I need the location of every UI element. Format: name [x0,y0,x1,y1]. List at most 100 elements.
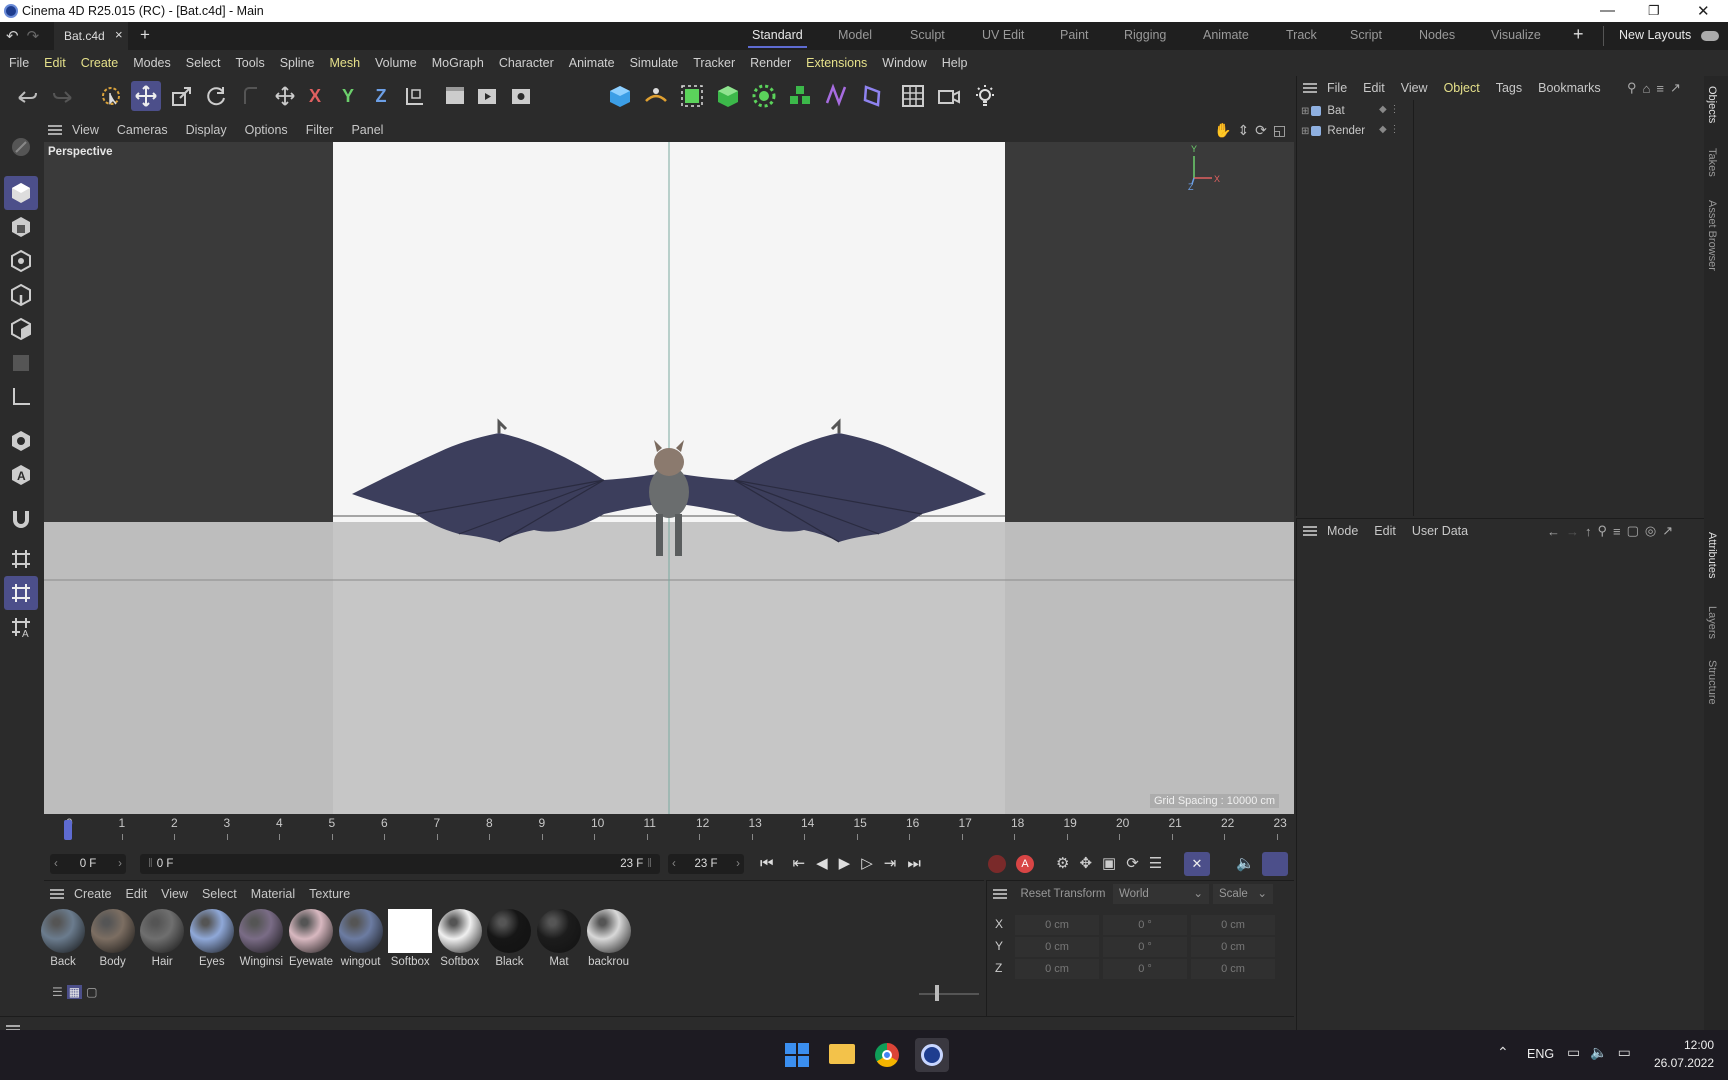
live-selection-icon[interactable] [96,81,126,111]
menu-animate[interactable]: Animate [569,56,615,70]
snap-magnet-icon[interactable] [4,502,38,536]
redo-history-icon[interactable]: ↷ [27,27,40,45]
layout-tab-script[interactable]: Script [1350,28,1382,42]
layout-tab-animate[interactable]: Animate [1203,28,1249,42]
current-frame-field[interactable]: ‹ 0 F › [50,854,126,874]
thumbnail-size-slider[interactable] [919,993,979,995]
light-icon[interactable] [970,81,1000,111]
deformer-icon[interactable] [821,81,851,111]
playhead[interactable] [64,820,72,840]
layout-toggle[interactable] [1701,31,1719,41]
axis-x-lock[interactable]: X [300,81,330,111]
viewport-menu-cameras[interactable]: Cameras [117,123,168,137]
back-arrow-icon[interactable]: ← [1547,524,1560,539]
go-to-start-icon[interactable]: ⏮ [760,855,774,872]
material-swatch[interactable]: backrou [586,909,632,968]
material-swatch[interactable]: Hair [139,909,185,968]
coord-rot-field[interactable]: 0 ° [1103,959,1187,979]
move-all-icon[interactable] [270,81,300,111]
material-menu-view[interactable]: View [161,887,188,901]
menu-spline[interactable]: Spline [280,56,315,70]
object-manager-hamburger-icon[interactable] [1303,83,1317,93]
attribute-manager-hamburger-icon[interactable] [1303,526,1317,536]
end-frame-field[interactable]: ‹ 23 F › [668,854,744,874]
next-key-icon[interactable]: ⇥ [884,854,897,872]
new-tab-icon[interactable]: + [140,25,150,45]
coord-pos-field[interactable]: 0 cm [1015,937,1099,957]
polygons-mode-icon[interactable] [4,312,38,346]
transform-tool-icon[interactable] [236,81,266,111]
tray-overflow-icon[interactable]: ⌃ [1497,1044,1509,1061]
new-window-icon[interactable]: ↗ [1670,80,1681,96]
language-indicator[interactable]: ENG [1527,1047,1554,1061]
menu-select[interactable]: Select [186,56,221,70]
key-settings-icon[interactable]: ⚙ [1056,854,1069,872]
material-swatch[interactable]: Winginsi [238,909,284,968]
zoom-view-icon[interactable]: ⇕ [1237,122,1249,139]
model-mode-icon[interactable] [4,176,38,210]
list-view-icon[interactable]: ☰ [52,985,63,999]
layout-tab-sculpt[interactable]: Sculpt [910,28,945,42]
auto-tool-icon[interactable]: A [4,458,38,492]
timeline-options-icon[interactable] [1262,852,1288,876]
axis-mode-icon[interactable] [4,380,38,414]
tab-attributes[interactable]: Attributes [1706,532,1718,578]
toggle-view-icon[interactable]: ◱ [1273,122,1286,139]
menu-modes[interactable]: Modes [133,56,171,70]
layout-tab-rigging[interactable]: Rigging [1124,28,1166,42]
material-menu-edit[interactable]: Edit [126,887,148,901]
object-menu-object[interactable]: Object [1444,81,1480,95]
object-row-render[interactable]: ⊞ Render ◆ ⋮ [1301,122,1411,140]
material-swatch[interactable]: Mat [536,909,582,968]
tab-structure[interactable]: Structure [1706,660,1718,705]
material-manager-hamburger-icon[interactable] [50,889,64,899]
axis-z-lock[interactable]: Z [366,81,396,111]
menu-render[interactable]: Render [750,56,791,70]
fracture-icon[interactable] [785,81,815,111]
previous-frame-icon[interactable]: ◀ [816,854,828,872]
object-menu-view[interactable]: View [1401,81,1428,95]
undo-history-icon[interactable]: ↶ [6,27,19,45]
menu-tracker[interactable]: Tracker [693,56,735,70]
menu-edit[interactable]: Edit [44,56,66,70]
timeline-ruler[interactable]: 01234567891011121314151617181920212223 [44,814,1294,848]
menu-mograph[interactable]: MoGraph [432,56,484,70]
viewport-menu-options[interactable]: Options [245,123,288,137]
expand-icon[interactable]: ⊞ [1301,106,1309,117]
layout-tab-paint[interactable]: Paint [1060,28,1089,42]
material-menu-material[interactable]: Material [251,887,295,901]
scale-tool-icon[interactable] [167,81,197,111]
menu-mesh[interactable]: Mesh [329,56,360,70]
menu-file[interactable]: File [9,56,29,70]
attribute-menu-mode[interactable]: Mode [1327,524,1358,538]
menu-simulate[interactable]: Simulate [630,56,679,70]
object-row-bat[interactable]: ⊞ Bat ◆ ⋮ [1301,102,1411,120]
tab-takes[interactable]: Takes [1706,148,1718,177]
solo-mode-icon[interactable] [4,424,38,458]
planar-workplane-icon[interactable]: A [4,610,38,644]
viewport-menu-filter[interactable]: Filter [306,123,334,137]
menu-tools[interactable]: Tools [236,56,265,70]
extrude-generator-icon[interactable] [713,81,743,111]
render-settings-icon[interactable] [506,81,536,111]
home-icon[interactable]: ⌂ [1643,81,1651,96]
cinema4d-taskbar-icon[interactable] [915,1038,949,1072]
material-swatch[interactable]: wingout [338,909,384,968]
floor-scene-icon[interactable] [898,81,928,111]
coord-rot-field[interactable]: 0 ° [1103,937,1187,957]
material-swatch[interactable]: Black [486,909,532,968]
expand-icon[interactable]: ⊞ [1301,126,1309,137]
menu-create[interactable]: Create [81,56,119,70]
coord-size-field[interactable]: 0 cm [1191,915,1275,935]
sound-icon[interactable]: 🔈 [1236,854,1255,872]
windows-start-icon[interactable] [785,1043,809,1067]
3d-viewport[interactable]: Perspective Y X Z Grid Spacing : 10000 c… [44,142,1294,814]
material-swatch[interactable]: Softbox [437,909,483,968]
target-icon[interactable]: ◎ [1645,523,1656,539]
attribute-menu-user-data[interactable]: User Data [1412,524,1468,538]
move-tool-icon[interactable] [131,81,161,111]
render-view-icon[interactable] [440,81,470,111]
close-tab-icon[interactable]: × [115,27,123,42]
subdivision-surface-icon[interactable] [677,81,707,111]
pan-view-icon[interactable]: ✋ [1214,122,1231,139]
